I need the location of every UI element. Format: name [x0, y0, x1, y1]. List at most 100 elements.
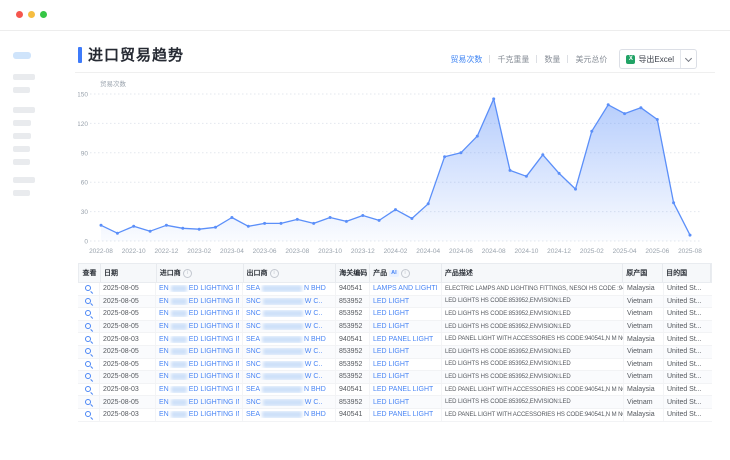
importer-link[interactable]: ENED LIGHTING INC — [159, 348, 239, 355]
importer-suffix: ED LIGHTING INC — [189, 285, 239, 292]
ai-badge: AI — [389, 270, 399, 277]
view-detail-icon[interactable] — [84, 398, 93, 407]
description-cell: LED PANEL LIGHT WITH ACCESSORIES HS CODE… — [442, 333, 624, 345]
table-row: 2025-08-05ENED LIGHTING INCSNCW C..85395… — [78, 396, 712, 409]
svg-text:2025-06: 2025-06 — [645, 248, 669, 255]
view-detail-icon[interactable] — [84, 335, 93, 344]
trade-trend-chart[interactable]: 0306090120150贸易次数2022-082022-102022-1220… — [78, 78, 712, 258]
metric-tab-4[interactable]: 美元总价 — [575, 54, 607, 65]
origin-country-cell: Vietnam — [624, 296, 664, 308]
exporter-link[interactable]: SNCW C.. — [246, 298, 322, 305]
export-excel-split-button: X 导出Excel — [619, 49, 697, 69]
importer-cell: ENED LIGHTING INC — [156, 409, 243, 421]
minimize-button[interactable] — [28, 11, 35, 18]
svg-text:2023-04: 2023-04 — [220, 248, 244, 255]
export-dropdown-button[interactable] — [680, 50, 696, 68]
view-cell — [78, 409, 100, 421]
view-cell — [78, 384, 100, 396]
importer-suffix: ED LIGHTING INC — [189, 411, 239, 418]
product-link[interactable]: LED LIGHT — [373, 348, 409, 355]
redacted-blur — [171, 323, 187, 330]
zoom-button[interactable] — [40, 11, 47, 18]
exporter-prefix: SNC — [246, 310, 261, 317]
svg-text:2024-06: 2024-06 — [449, 248, 473, 255]
view-detail-icon[interactable] — [84, 360, 93, 369]
svg-text:2024-04: 2024-04 — [416, 248, 440, 255]
exporter-cell: SEAN BHD — [243, 409, 336, 421]
importer-link[interactable]: ENED LIGHTING INC — [159, 298, 239, 305]
sidebar-item-placeholder[interactable] — [13, 87, 30, 93]
sidebar-item-placeholder[interactable] — [13, 146, 30, 152]
col-header-label: 产品描述 — [445, 268, 473, 278]
sidebar-item-placeholder[interactable] — [13, 120, 31, 126]
product-link[interactable]: LED PANEL LIGHT — [373, 411, 433, 418]
view-detail-icon[interactable] — [84, 385, 93, 394]
product-link[interactable]: LED LIGHT — [373, 373, 409, 380]
header-divider — [75, 72, 715, 73]
exporter-link[interactable]: SNCW C.. — [246, 348, 322, 355]
metric-tab-1[interactable]: 贸易次数 — [450, 54, 482, 65]
hs-code-cell: 853952 — [336, 359, 370, 371]
product-link[interactable]: LED PANEL LIGHT — [373, 386, 433, 393]
view-detail-icon[interactable] — [84, 284, 93, 293]
importer-link[interactable]: ENED LIGHTING INC — [159, 361, 239, 368]
view-detail-icon[interactable] — [84, 347, 93, 356]
importer-prefix: EN — [159, 386, 169, 393]
col-header-label: 产品 — [373, 268, 387, 278]
importer-link[interactable]: ENED LIGHTING INC — [159, 386, 239, 393]
exporter-link[interactable]: SEAN BHD — [246, 336, 326, 343]
info-icon[interactable]: i — [183, 269, 192, 278]
info-icon[interactable]: i — [401, 269, 410, 278]
view-detail-icon[interactable] — [84, 372, 93, 381]
close-button[interactable] — [16, 11, 23, 18]
product-link[interactable]: LED LIGHT — [373, 399, 409, 406]
product-link[interactable]: LED LIGHT — [373, 298, 409, 305]
sidebar-item-placeholder[interactable] — [13, 74, 35, 80]
info-icon[interactable]: i — [270, 269, 279, 278]
view-detail-icon[interactable] — [84, 410, 93, 419]
sidebar-item-placeholder[interactable] — [13, 190, 30, 196]
table-row: 2025-08-03ENED LIGHTING INCSEAN BHD94054… — [78, 333, 712, 346]
export-excel-button[interactable]: X 导出Excel — [620, 54, 680, 65]
sidebar-item-placeholder[interactable] — [13, 177, 35, 183]
exporter-link[interactable]: SNCW C.. — [246, 323, 322, 330]
view-detail-icon[interactable] — [84, 309, 93, 318]
metric-tab-2[interactable]: 千克重量 — [497, 54, 529, 65]
importer-link[interactable]: ENED LIGHTING INC — [159, 373, 239, 380]
product-link[interactable]: LED PANEL LIGHT — [373, 336, 433, 343]
col-header-8: 目的国 — [663, 264, 711, 282]
importer-link[interactable]: ENED LIGHTING INC — [159, 323, 239, 330]
product-link[interactable]: LED LIGHT — [373, 310, 409, 317]
importer-link[interactable]: ENED LIGHTING INC — [159, 285, 239, 292]
product-link[interactable]: LED LIGHT — [373, 361, 409, 368]
importer-link[interactable]: ENED LIGHTING INC — [159, 399, 239, 406]
metric-tab-3[interactable]: 数量 — [544, 54, 560, 65]
sidebar-item-placeholder[interactable] — [13, 107, 35, 113]
exporter-link[interactable]: SNC W C.. — [246, 310, 322, 317]
date-cell: 2025-08-05 — [100, 296, 156, 308]
exporter-suffix: W C.. — [305, 310, 323, 317]
sidebar-item-placeholder[interactable] — [13, 133, 31, 139]
exporter-link[interactable]: SNCW C.. — [246, 373, 322, 380]
product-link[interactable]: LED LIGHT — [373, 323, 409, 330]
view-cell — [78, 321, 100, 333]
exporter-link[interactable]: SNCW C.. — [246, 399, 322, 406]
view-detail-icon[interactable] — [84, 322, 93, 331]
importer-link[interactable]: ENED LIGHTING INC — [159, 310, 239, 317]
date-cell: 2025-08-03 — [100, 384, 156, 396]
sidebar-item-placeholder[interactable] — [13, 159, 30, 165]
area-chart-canvas[interactable]: 0306090120150贸易次数2022-082022-102022-1220… — [78, 78, 712, 258]
importer-link[interactable]: ENED LIGHTING INC — [159, 336, 239, 343]
exporter-link[interactable]: SEAN BHD — [246, 285, 326, 292]
importer-link[interactable]: ENED LIGHTING INC — [159, 411, 239, 418]
redacted-blur — [263, 361, 303, 368]
view-detail-icon[interactable] — [84, 297, 93, 306]
exporter-suffix: W C.. — [305, 373, 323, 380]
col-header-2: 进口商i — [157, 264, 244, 282]
exporter-link[interactable]: SEAN BHD — [246, 411, 326, 418]
destination-country-cell: United St... — [664, 384, 712, 396]
exporter-link[interactable]: SEAN BHD — [246, 386, 326, 393]
exporter-link[interactable]: SNCW C.. — [246, 361, 322, 368]
sidebar-item-active[interactable] — [13, 52, 31, 59]
product-link[interactable]: LAMPS AND LIGHTIN... — [373, 285, 438, 292]
